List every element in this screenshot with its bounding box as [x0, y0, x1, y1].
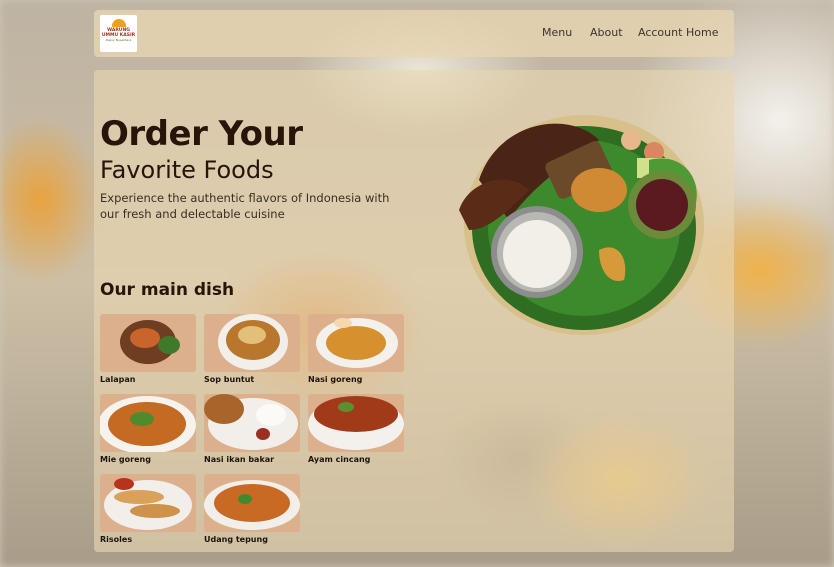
dish-card-nasi-goreng[interactable]: Nasi goreng: [308, 314, 404, 384]
dish-card-udang-tepung[interactable]: Udang tepung: [204, 474, 300, 544]
hero-subtitle: Favorite Foods: [100, 156, 274, 184]
nav-account[interactable]: Account: [638, 26, 682, 39]
dish-name: Lalapan: [100, 375, 136, 384]
hero-food-platter-image: [459, 115, 704, 335]
dish-card-risoles[interactable]: Risoles: [100, 474, 196, 544]
nav-home[interactable]: Home: [686, 26, 718, 39]
hero-description: Experience the authentic flavors of Indo…: [100, 191, 390, 221]
dish-card-lalapan[interactable]: Lalapan: [100, 314, 196, 384]
dish-image-nasi-ikan-bakar[interactable]: [204, 394, 300, 452]
dish-name: Risoles: [100, 535, 133, 544]
dish-image-risoles[interactable]: [100, 474, 196, 532]
logo-tagline: Dapur Nusantara: [105, 38, 132, 42]
dish-name: Sop buntut: [204, 375, 255, 384]
dish-image-ayam-cincang[interactable]: [308, 394, 404, 452]
nav-menu[interactable]: Menu: [542, 26, 572, 39]
dish-card-nasi-ikan-bakar[interactable]: Nasi ikan bakar: [204, 394, 300, 464]
dish-name: Nasi ikan bakar: [204, 455, 275, 464]
section-title: Our main dish: [100, 280, 235, 300]
dish-card-ayam-cincang[interactable]: Ayam cincang: [308, 394, 404, 464]
logo-text: WARUNG UMMU KASIR: [101, 28, 136, 38]
dish-image-mie-goreng[interactable]: [100, 394, 196, 452]
dish-card-mie-goreng[interactable]: Mie goreng: [100, 394, 196, 464]
dish-image-lalapan[interactable]: [100, 314, 196, 372]
hero-title: Order Your: [100, 114, 303, 154]
dish-card-sop-buntut[interactable]: Sop buntut: [204, 314, 300, 384]
dish-image-udang-tepung[interactable]: [204, 474, 300, 532]
nav-about[interactable]: About: [590, 26, 623, 39]
hero-panel: Order Your Favorite Foods Experience the…: [94, 70, 734, 552]
brand-logo[interactable]: WARUNG UMMU KASIR Dapur Nusantara: [100, 15, 137, 52]
logo-sun-icon: [111, 19, 126, 27]
top-navbar: WARUNG UMMU KASIR Dapur Nusantara Menu A…: [94, 10, 734, 57]
dish-name: Ayam cincang: [308, 455, 371, 464]
dish-name: Udang tepung: [204, 535, 268, 544]
dish-name: Mie goreng: [100, 455, 151, 464]
dish-image-nasi-goreng[interactable]: [308, 314, 404, 372]
dish-image-sop-buntut[interactable]: [204, 314, 300, 372]
dish-name: Nasi goreng: [308, 375, 363, 384]
